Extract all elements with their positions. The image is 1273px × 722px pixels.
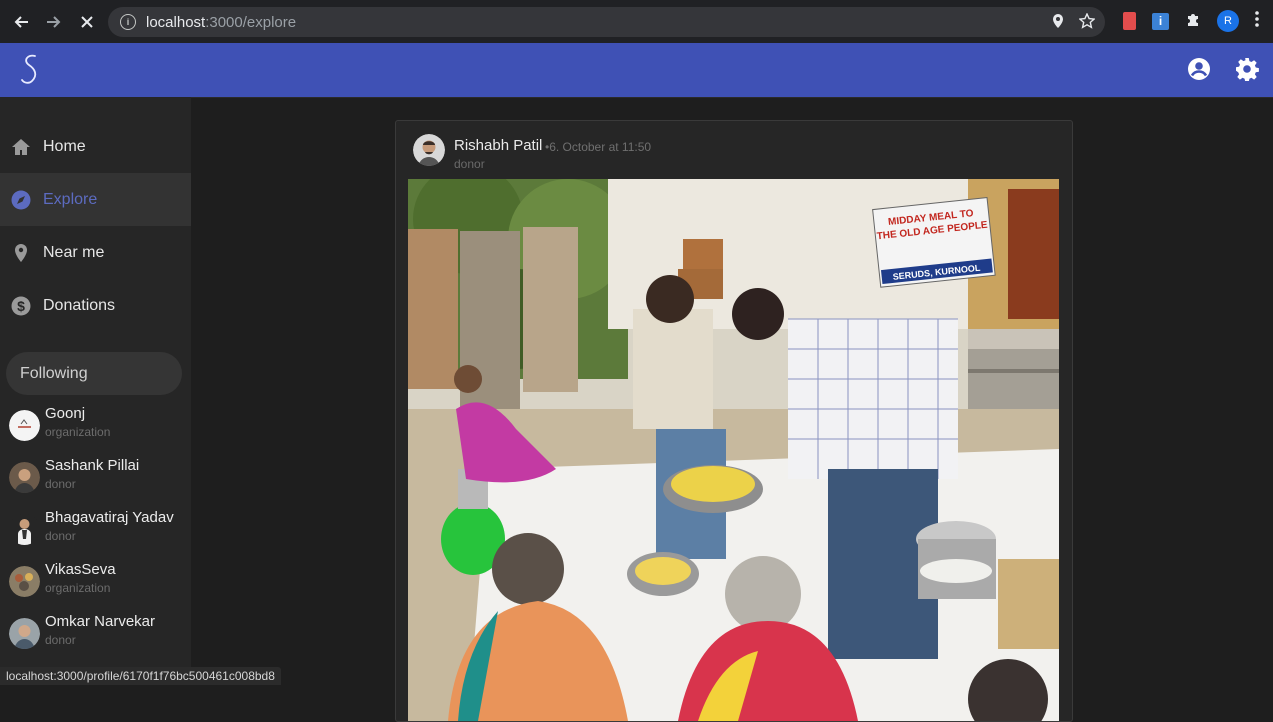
sidebar: Home Explore Near me $ Donations Followi… [0,97,191,685]
following-role: donor [45,477,76,491]
address-bar[interactable]: i localhost:3000/explore [108,7,1105,37]
following-role: donor [45,529,76,543]
sidebar-item-label: Home [43,137,86,155]
following-role: donor [45,633,76,647]
following-header[interactable]: Following [6,352,182,395]
bookmark-star-icon[interactable] [1079,13,1095,29]
home-icon [12,138,30,155]
settings-gear-icon[interactable] [1235,57,1259,81]
site-info-icon[interactable]: i [120,14,136,30]
browser-menu-icon[interactable] [1255,10,1259,32]
post-author-avatar[interactable] [413,134,445,166]
close-icon [81,15,93,28]
following-item[interactable]: VikasSeva organization [9,558,189,604]
bookmark-extension-icon[interactable] [1123,12,1136,30]
url-path: :3000/explore [205,13,297,31]
following-name: Goonj [45,405,86,422]
sidebar-item-label: Explore [43,190,98,208]
post-image[interactable]: MIDDAY MEAL TO THE OLD AGE PEOPLE SERUDS… [408,179,1059,721]
compass-icon [11,190,31,209]
location-icon[interactable] [1051,13,1065,29]
svg-text:$: $ [17,298,25,314]
following-item[interactable]: Bhagavatiraj Yadav donor [9,506,189,552]
post-author-role: donor [454,157,485,171]
arrow-right-icon [47,15,61,28]
post-author-name[interactable]: Rishabh Patil [454,137,542,154]
following-name: Omkar Narvekar [45,613,156,630]
post-card: Rishabh Patil •6. October at 11:50 donor [395,120,1073,722]
avatar [9,410,40,441]
following-item[interactable]: Sashank Pillai donor [9,454,189,500]
profile-avatar[interactable]: R [1217,10,1239,32]
location-pin-icon [15,243,27,262]
avatar [9,462,40,493]
browser-toolbar: i localhost:3000/explore i R [0,0,1273,43]
extensions-puzzle-icon[interactable] [1185,11,1201,32]
url-text[interactable]: localhost:3000/explore [146,14,296,31]
sidebar-item-near-me[interactable]: Near me [0,226,191,279]
status-bar-url: localhost:3000/profile/6170f1f76bc500461… [0,667,281,685]
following-name: Bhagavatiraj Yadav [45,509,174,526]
dollar-icon: $ [11,296,31,315]
info-extension-icon[interactable]: i [1152,12,1169,30]
app-logo[interactable] [18,53,42,87]
following-item[interactable]: Goonj organization [9,402,189,448]
avatar [9,514,40,545]
following-name: VikasSeva [45,561,116,578]
stop-loading-button[interactable] [75,10,99,34]
app-header [0,43,1273,98]
sidebar-item-donations[interactable]: $ Donations [0,279,191,332]
following-role: organization [45,425,111,439]
arrow-left-icon [14,15,28,28]
avatar [9,566,40,597]
forward-button[interactable] [42,10,66,34]
avatar [9,618,40,649]
following-label: Following [20,364,88,382]
following-item[interactable]: Omkar Narvekar donor [9,610,189,656]
following-role: organization [45,581,111,595]
sidebar-item-label: Donations [43,296,116,314]
following-name: Sashank Pillai [45,457,140,474]
sidebar-item-explore[interactable]: Explore [0,173,191,226]
post-timestamp: •6. October at 11:50 [545,140,652,154]
sidebar-item-home[interactable]: Home [0,120,191,173]
sidebar-item-label: Near me [43,243,105,261]
url-host: localhost [146,13,206,31]
back-button[interactable] [9,10,33,34]
account-circle-icon[interactable] [1187,57,1211,81]
